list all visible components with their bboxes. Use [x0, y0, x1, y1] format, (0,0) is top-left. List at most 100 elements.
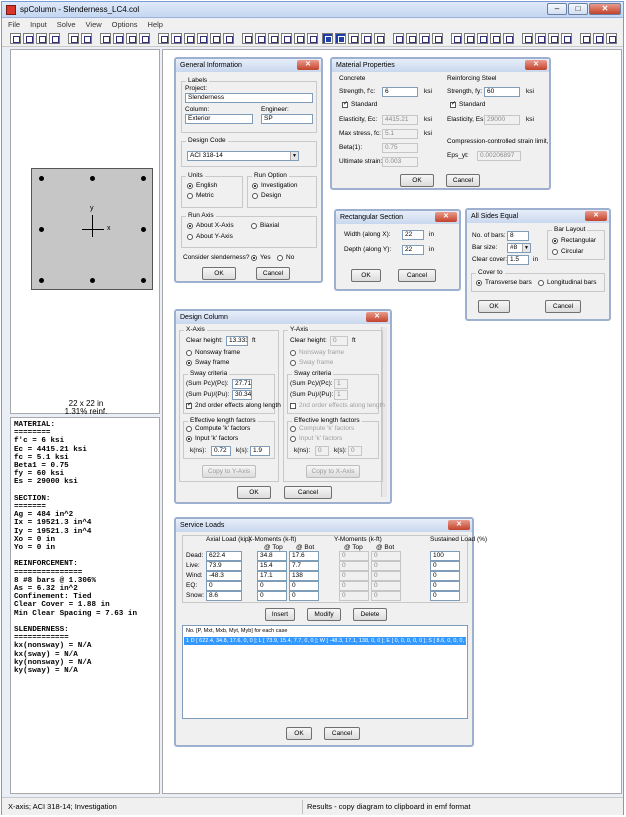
live-xtop-field[interactable]: 15.4	[257, 561, 287, 571]
load-points-icon[interactable]	[255, 33, 266, 44]
eq-xbot-field[interactable]: 0	[289, 581, 319, 591]
factored-loads-icon[interactable]	[281, 33, 292, 44]
modify-button[interactable]: Modify	[307, 608, 341, 621]
wind-xbot-field[interactable]: 138	[289, 571, 319, 581]
ok-button[interactable]: OK	[400, 174, 434, 187]
bars-irregular-icon[interactable]	[197, 33, 208, 44]
save-file-icon[interactable]	[36, 33, 47, 44]
control-points-icon[interactable]	[307, 33, 318, 44]
rectangular-radio[interactable]	[552, 238, 558, 244]
x-input-k-radio[interactable]	[186, 436, 192, 442]
diagram-pm-icon[interactable]	[432, 33, 443, 44]
dead-sust-field[interactable]: 100	[430, 551, 460, 561]
about-x-radio[interactable]	[187, 223, 193, 229]
help-icon[interactable]	[606, 33, 617, 44]
wind-sust-field[interactable]: 0	[430, 571, 460, 581]
delete-button[interactable]: Delete	[353, 608, 387, 621]
cancel-button[interactable]: Cancel	[398, 269, 436, 282]
x-sum-pu-field[interactable]: 30.34	[232, 390, 252, 400]
open-file-icon[interactable]	[23, 33, 34, 44]
y-sway-radio[interactable]	[290, 360, 296, 366]
snow-sust-field[interactable]: 0	[430, 591, 460, 601]
design-column-icon[interactable]	[348, 33, 359, 44]
cancel-button[interactable]: Cancel	[324, 727, 360, 740]
view-results-icon[interactable]	[374, 33, 385, 44]
dialog-close-button[interactable]: ✕	[525, 60, 547, 70]
nbars-field[interactable]: 8	[507, 231, 529, 241]
list-item[interactable]: 1 D [ 622.4, 34.8, 17.6, 0, 0 ]; L [ 73.…	[184, 637, 466, 645]
bars-equal-icon[interactable]	[171, 33, 182, 44]
chevron-down-icon[interactable]: ▼	[290, 152, 298, 160]
dead-xbot-field[interactable]: 17.6	[289, 551, 319, 561]
bars-unequal-icon[interactable]	[184, 33, 195, 44]
x-ks-field[interactable]: 1.9	[250, 446, 270, 456]
copy-to-y-button[interactable]: Copy to Y-Axis	[202, 465, 256, 478]
print-results-icon[interactable]	[561, 33, 572, 44]
slenderness-yes-radio[interactable]	[251, 255, 257, 261]
wind-axial-field[interactable]: -48.3	[206, 571, 242, 581]
steel-standard-checkbox[interactable]	[450, 100, 456, 108]
run-design-radio[interactable]	[252, 193, 258, 199]
pan-icon[interactable]	[490, 33, 501, 44]
y-second-order-checkbox[interactable]	[290, 403, 296, 409]
load-cases-list[interactable]: No. [P, Mxt, Mxb, Myt, Myb] for each cas…	[182, 625, 468, 719]
menu-view[interactable]: View	[86, 19, 102, 31]
bars-all-sides-icon[interactable]	[158, 33, 169, 44]
width-field[interactable]: 22	[402, 230, 424, 240]
fy-field[interactable]: 60	[484, 87, 520, 97]
print-icon[interactable]	[49, 33, 60, 44]
depth-field[interactable]: 22	[402, 245, 424, 255]
new-file-icon[interactable]	[10, 33, 21, 44]
zoom-out-icon[interactable]	[464, 33, 475, 44]
run-investigation-radio[interactable]	[252, 183, 258, 189]
live-axial-field[interactable]: 73.9	[206, 561, 242, 571]
fc-field[interactable]: 6	[382, 87, 418, 97]
menu-options[interactable]: Options	[112, 19, 138, 31]
snow-axial-field[interactable]: 8.6	[206, 591, 242, 601]
dialog-close-button[interactable]: ✕	[366, 312, 388, 322]
transverse-radio[interactable]	[476, 280, 482, 286]
minimize-button[interactable]: –	[547, 3, 567, 15]
axial-loads-icon[interactable]	[268, 33, 279, 44]
zoom-in-icon[interactable]	[451, 33, 462, 44]
barsize-select[interactable]: #8 ▼	[507, 243, 531, 253]
reduction-icon[interactable]	[223, 33, 234, 44]
dialog-close-button[interactable]: ✕	[435, 212, 457, 222]
ok-button[interactable]: OK	[286, 727, 312, 740]
x-sum-pc-field[interactable]: 27.71	[232, 379, 252, 389]
snow-xbot-field[interactable]: 0	[289, 591, 319, 601]
confinement-icon[interactable]	[210, 33, 221, 44]
about-y-radio[interactable]	[187, 234, 193, 240]
design-code-select[interactable]: ACI 318-14 ▼	[187, 151, 299, 161]
eq-sust-field[interactable]: 0	[430, 581, 460, 591]
cancel-button[interactable]: Cancel	[446, 174, 480, 187]
menu-file[interactable]: File	[8, 19, 20, 31]
dialog-close-button[interactable]: ✕	[297, 60, 319, 70]
x-second-order-checkbox[interactable]	[186, 401, 192, 409]
biaxial-radio[interactable]	[251, 223, 257, 229]
options-icon[interactable]	[580, 33, 591, 44]
y-input-k-radio[interactable]	[290, 436, 296, 442]
longitudinal-radio[interactable]	[538, 280, 544, 286]
x-compute-k-radio[interactable]	[186, 426, 192, 432]
general-info-icon[interactable]	[68, 33, 79, 44]
material-icon[interactable]	[81, 33, 92, 44]
zoom-window-icon[interactable]	[477, 33, 488, 44]
menu-help[interactable]: Help	[148, 19, 163, 31]
cancel-button[interactable]: Cancel	[545, 300, 581, 313]
y-compute-k-radio[interactable]	[290, 426, 296, 432]
ok-button[interactable]: OK	[351, 269, 381, 282]
copy-to-x-button[interactable]: Copy to X-Axis	[306, 465, 360, 478]
report-icon[interactable]	[548, 33, 559, 44]
ok-button[interactable]: OK	[202, 267, 236, 280]
maximize-button[interactable]: □	[568, 3, 588, 15]
engineer-field[interactable]: SP	[261, 114, 313, 124]
cancel-button[interactable]: Cancel	[284, 486, 332, 499]
wind-xtop-field[interactable]: 17.1	[257, 571, 287, 581]
live-sust-field[interactable]: 0	[430, 561, 460, 571]
eq-xtop-field[interactable]: 0	[257, 581, 287, 591]
close-button[interactable]: ✕	[589, 3, 621, 15]
diagram-mm-icon[interactable]	[419, 33, 430, 44]
redraw-icon[interactable]	[503, 33, 514, 44]
y-nonsway-radio[interactable]	[290, 350, 296, 356]
